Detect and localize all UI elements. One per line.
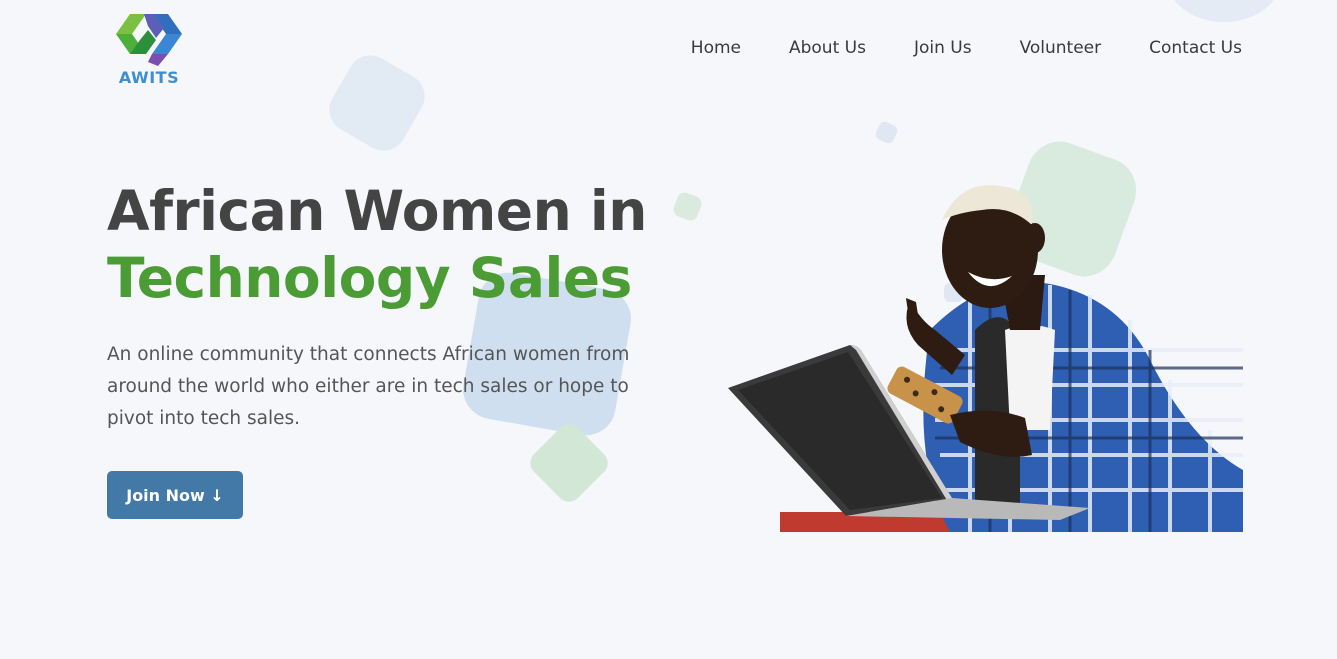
- nav-contact-us[interactable]: Contact Us: [1149, 38, 1242, 58]
- decorative-shape-blue: [320, 46, 434, 160]
- hero-image: [720, 180, 1243, 532]
- awits-logo-icon: [116, 14, 182, 66]
- decorative-shape-small-blue: [873, 119, 900, 146]
- nav-volunteer[interactable]: Volunteer: [1020, 38, 1102, 58]
- landing-page: AWITS Home About Us Join Us Volunteer Co…: [0, 0, 1337, 659]
- hero-title: African Women in Technology Sales: [107, 178, 647, 312]
- decorative-circle: [1168, 0, 1280, 22]
- decorative-shape-small-green: [671, 190, 704, 223]
- woman-with-laptop-icon: [728, 185, 1243, 532]
- site-logo[interactable]: AWITS: [108, 12, 190, 90]
- nav-home[interactable]: Home: [691, 38, 741, 58]
- nav-join-us[interactable]: Join Us: [914, 38, 972, 58]
- hero-title-line1: African Women in: [107, 179, 647, 243]
- main-nav: Home About Us Join Us Volunteer Contact …: [691, 38, 1242, 58]
- join-now-button[interactable]: Join Now ↓: [107, 471, 243, 519]
- hero-title-line2: Technology Sales: [107, 246, 632, 310]
- logo-text: AWITS: [118, 68, 180, 87]
- hero-description: An online community that connects Africa…: [107, 344, 630, 429]
- nav-about-us[interactable]: About Us: [789, 38, 866, 58]
